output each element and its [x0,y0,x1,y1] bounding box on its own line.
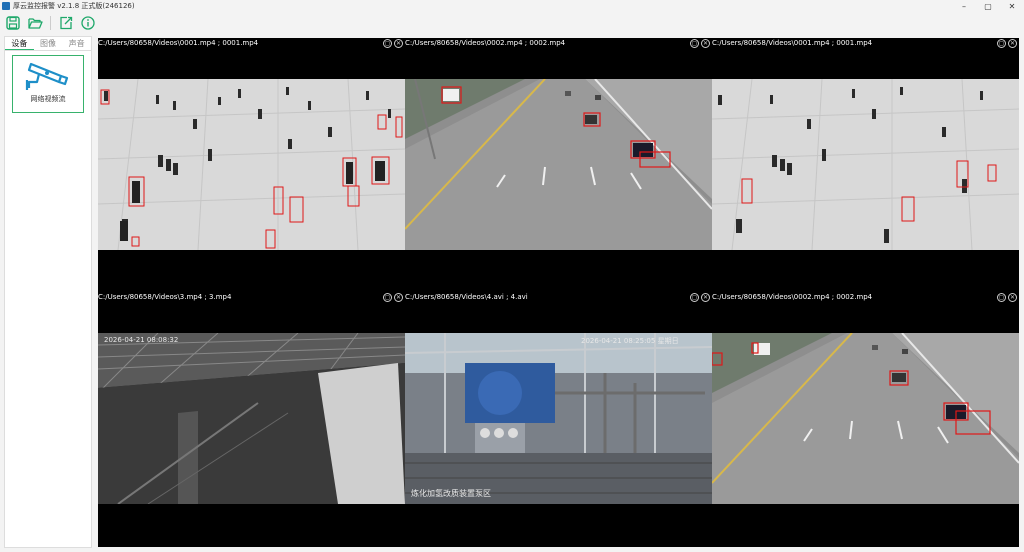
video-grid: C:/Users/80658/Videos\0001.mp4 ; 0001.mp… [98,38,1019,547]
osd-timestamp: 2026-04-21 08:25:05 星期日 [581,337,679,345]
tab-device[interactable]: 设备 [5,37,34,50]
video-frame-crowd [98,79,405,250]
feed-caption: C:/Users/80658/Videos\0002.mp4 ; 0002.mp… [712,293,873,301]
feed-caption: C:/Users/80658/Videos\3.mp4 ; 3.mp4 [98,293,232,301]
snapshot-button[interactable]: ▢ [690,293,699,302]
video-frame-highway [405,79,712,250]
cctv-camera-icon [25,62,69,90]
toolbar-divider [50,16,51,30]
save-icon [6,16,20,30]
window-title: 厚云监控报警 v2.1.8 正式版(246126) [13,2,135,10]
osd-location: 炼化加氢改质装置泵区 [411,489,491,498]
info-button[interactable] [79,14,97,32]
feed-caption: C:/Users/80658/Videos\0002.mp4 ; 0002.mp… [405,39,566,47]
close-feed-button[interactable]: ✕ [1008,39,1017,48]
tab-sound[interactable]: 声音 [62,37,91,50]
toolbar [0,12,1024,34]
video-cell[interactable]: C:/Users/80658/Videos\0001.mp4 ; 0001.mp… [712,38,1019,292]
tab-image[interactable]: 图像 [34,37,63,50]
snapshot-button[interactable]: ▢ [997,39,1006,48]
close-feed-button[interactable]: ✕ [1008,293,1017,302]
info-icon [81,16,95,30]
video-frame-highway [712,333,1019,504]
device-panel: 设备 图像 声音 网络视频流 [4,36,92,548]
feed-caption: C:/Users/80658/Videos\0001.mp4 ; 0001.mp… [98,39,259,47]
export-icon [60,16,73,30]
video-cell[interactable]: C:/Users/80658/Videos\4.avi ; 4.avi ▢ ✕ … [405,292,712,546]
export-button[interactable] [57,14,75,32]
video-frame-night [98,333,405,504]
snapshot-button[interactable]: ▢ [383,39,392,48]
video-frame-plant [405,333,712,504]
snapshot-button[interactable]: ▢ [690,39,699,48]
close-feed-button[interactable]: ✕ [394,293,403,302]
close-button[interactable]: ✕ [1000,0,1024,12]
open-button[interactable] [26,14,44,32]
feed-caption: C:/Users/80658/Videos\0001.mp4 ; 0001.mp… [712,39,873,47]
video-cell[interactable]: C:/Users/80658/Videos\0002.mp4 ; 0002.mp… [712,292,1019,546]
device-label: 网络视频流 [30,95,66,103]
snapshot-button[interactable]: ▢ [383,293,392,302]
title-bar: 厚云监控报警 v2.1.8 正式版(246126) – ▢ ✕ [0,0,1024,12]
feed-caption: C:/Users/80658/Videos\4.avi ; 4.avi [405,293,528,301]
folder-open-icon [27,18,43,29]
close-feed-button[interactable]: ✕ [701,293,710,302]
close-feed-button[interactable]: ✕ [394,39,403,48]
video-cell[interactable]: C:/Users/80658/Videos\0001.mp4 ; 0001.mp… [98,38,405,292]
video-cell[interactable]: C:/Users/80658/Videos\3.mp4 ; 3.mp4 ▢ ✕ … [98,292,405,546]
video-frame-crowd [712,79,1019,250]
save-button[interactable] [4,14,22,32]
panel-tabs: 设备 图像 声音 [5,37,91,51]
close-feed-button[interactable]: ✕ [701,39,710,48]
video-cell[interactable]: C:/Users/80658/Videos\0002.mp4 ; 0002.mp… [405,38,712,292]
maximize-button[interactable]: ▢ [976,0,1000,12]
app-icon [2,2,10,10]
snapshot-button[interactable]: ▢ [997,293,1006,302]
device-network-stream[interactable]: 网络视频流 [12,55,84,113]
osd-timestamp: 2026-04-21 08:08:32 [104,336,179,344]
minimize-button[interactable]: – [952,0,976,12]
